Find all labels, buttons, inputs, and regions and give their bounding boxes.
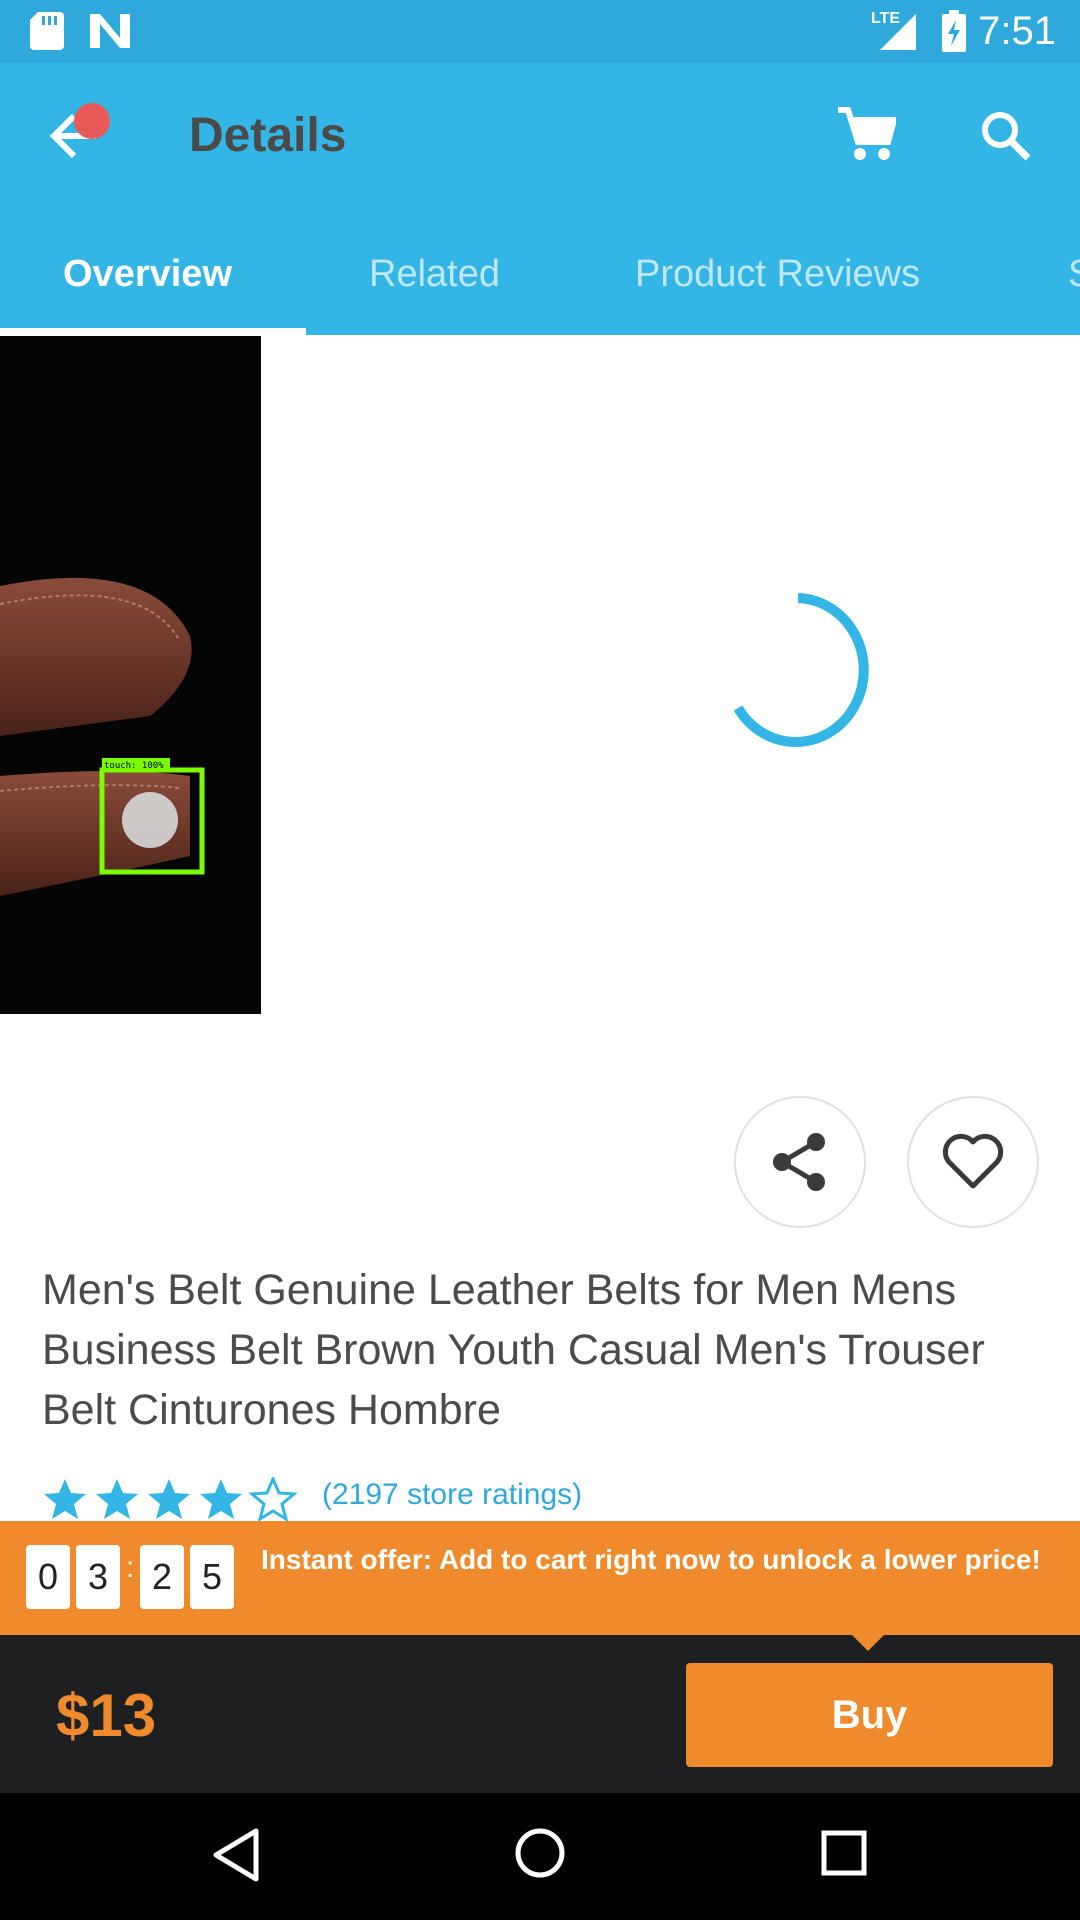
signal-icon bbox=[880, 14, 916, 50]
tab-overview[interactable]: Overview bbox=[63, 246, 232, 302]
share-icon bbox=[773, 1133, 825, 1191]
buy-button[interactable]: Buy bbox=[686, 1663, 1053, 1767]
timer-separator: : bbox=[126, 1551, 135, 1584]
battery-charging-icon bbox=[942, 10, 966, 52]
star-icon bbox=[44, 1479, 86, 1519]
sd-card-icon bbox=[30, 12, 64, 50]
status-bar: LTE 7:51 bbox=[0, 0, 1080, 63]
back-nav-icon[interactable] bbox=[212, 1827, 260, 1883]
offer-text: Instant offer: Add to cart right now to … bbox=[261, 1544, 1041, 1575]
tab-product-reviews[interactable]: Product Reviews bbox=[635, 246, 920, 302]
timer-digit: 3 bbox=[76, 1545, 120, 1609]
ratings-link[interactable]: (2197 store ratings) bbox=[322, 1475, 582, 1515]
cart-icon[interactable] bbox=[838, 106, 896, 162]
product-name: Men's Belt Genuine Leather Belts for Men… bbox=[42, 1266, 985, 1434]
tab-indicator bbox=[0, 328, 306, 335]
loading-spinner bbox=[734, 593, 869, 747]
system-nav-bar bbox=[0, 1793, 1080, 1920]
offer-pointer bbox=[852, 1635, 884, 1651]
timer-digit: 0 bbox=[26, 1545, 70, 1609]
belt-photo: touch: 100% bbox=[0, 577, 205, 896]
timer-digit: 2 bbox=[140, 1545, 184, 1609]
price-label: $13 bbox=[56, 1682, 157, 1749]
tab-related[interactable]: Related bbox=[369, 246, 500, 302]
star-icon bbox=[200, 1479, 242, 1519]
star-rating bbox=[44, 1477, 296, 1521]
product-image[interactable]: touch: 100% bbox=[0, 336, 261, 1014]
heart-icon bbox=[942, 1133, 1004, 1189]
star-icon bbox=[96, 1479, 138, 1519]
search-icon[interactable] bbox=[980, 110, 1032, 162]
share-button[interactable] bbox=[734, 1096, 866, 1228]
n-notification-icon bbox=[90, 14, 130, 48]
timer-digit: 5 bbox=[190, 1545, 234, 1609]
page-title: Details bbox=[189, 109, 347, 162]
favorite-button[interactable] bbox=[907, 1096, 1039, 1228]
recents-nav-icon[interactable] bbox=[820, 1829, 868, 1877]
tab-partial[interactable]: S bbox=[1068, 246, 1080, 302]
overlay-label: touch: 100% bbox=[104, 761, 164, 771]
star-icon bbox=[148, 1479, 190, 1519]
star-half-icon bbox=[250, 1477, 296, 1521]
notification-badge bbox=[74, 103, 110, 139]
home-nav-icon[interactable] bbox=[514, 1827, 566, 1879]
clock-time: 7:51 bbox=[978, 9, 1056, 53]
